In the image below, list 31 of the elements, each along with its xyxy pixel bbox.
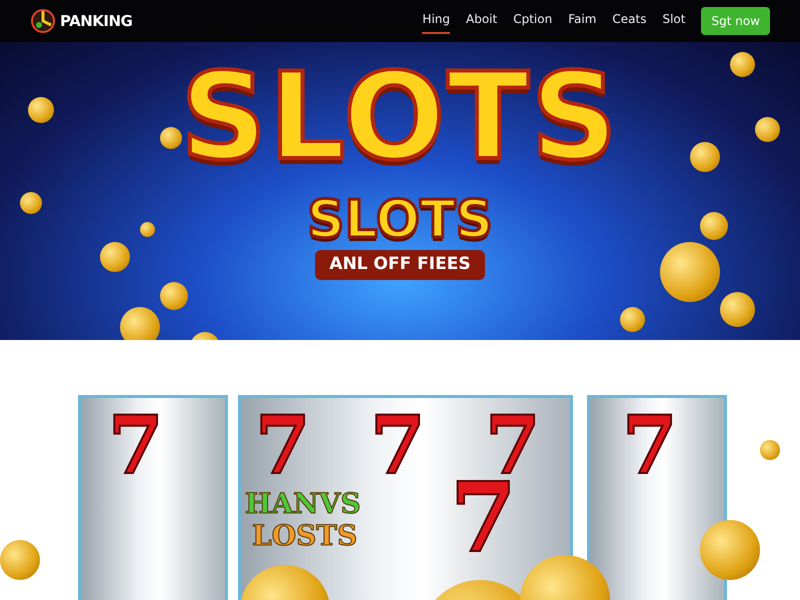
coin-drawing (100, 242, 130, 272)
sign-text: HANVS (245, 490, 361, 518)
nav-link[interactable]: Aboit (466, 8, 498, 34)
slot-symbol: 7 (622, 405, 678, 485)
coin-drawing (160, 127, 182, 149)
logo-icon (30, 8, 56, 34)
nav-link[interactable]: Ceats (612, 8, 646, 34)
coin-drawing (0, 540, 40, 580)
coin-drawing (140, 222, 155, 237)
slot-symbol: 7 (255, 405, 311, 485)
brand-name: PANKING (60, 10, 132, 32)
slot-symbol: 7 (370, 405, 426, 485)
slot-symbol: 7 (108, 405, 164, 485)
coin-drawing (620, 307, 645, 332)
coin-drawing (690, 142, 720, 172)
coin-drawing (730, 52, 755, 77)
sign-text: LOSTS (252, 522, 358, 550)
hero-title: SLOTS (180, 58, 620, 178)
coin-drawing (160, 282, 188, 310)
coin-drawing (120, 307, 160, 340)
hero-subtitle: SLOTS (307, 194, 493, 246)
coin-drawing (760, 440, 780, 460)
nav-link[interactable]: Slot (662, 8, 686, 34)
hero-caption: ANL OFF FIEES (315, 250, 485, 280)
coin-drawing (20, 192, 42, 214)
nav-link[interactable]: Hing (422, 8, 450, 34)
coin-drawing (755, 117, 780, 142)
coin-drawing (700, 212, 728, 240)
coin-drawing (28, 97, 54, 123)
nav-link[interactable]: Faim (568, 8, 596, 34)
nav-link[interactable]: Cption (513, 8, 552, 34)
